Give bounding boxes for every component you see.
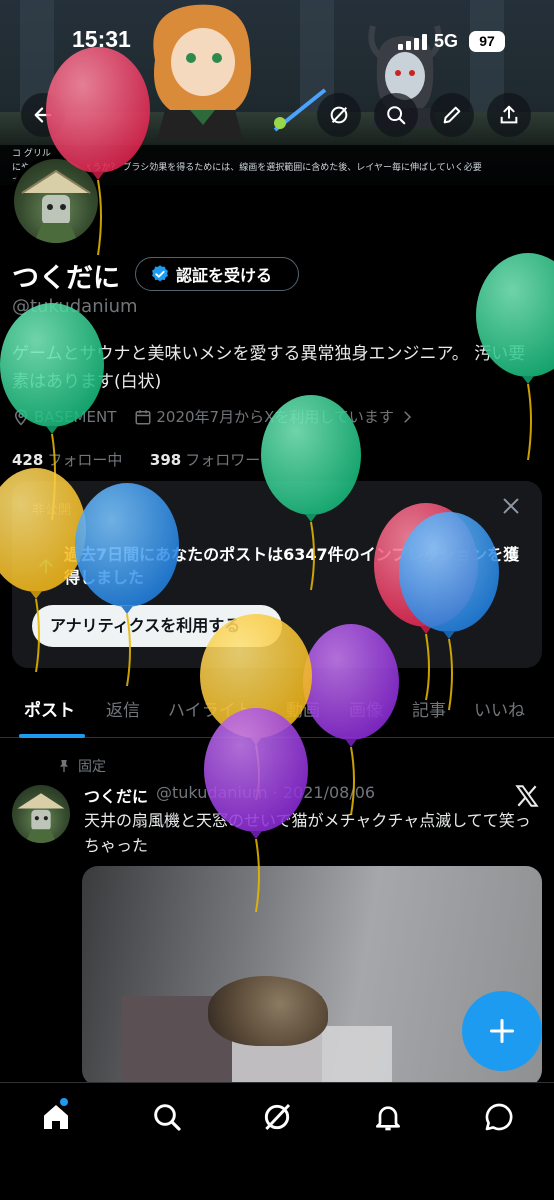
tab-posts[interactable]: ポスト [24,696,75,721]
bottom-navigation [0,1082,554,1200]
clock: 15:31 [72,26,131,52]
back-button[interactable] [21,93,65,137]
nav-messages[interactable] [483,1101,515,1133]
nav-notifications[interactable] [372,1101,404,1133]
post-handle-date: @tukudanium · 2021/08/06 [156,783,376,802]
x-logo-icon [515,785,539,807]
post-text: 天井の扇風機と天窓のせいで猫がメチャクチャ点滅してて笑っちゃった [84,811,531,855]
post-avatar[interactable] [12,785,70,843]
post-avatar-illustration [17,793,65,843]
signal-icon [398,34,428,50]
avatar-illustration [21,169,91,243]
search-nav-icon [154,1104,181,1131]
analytics-button[interactable]: アナリティクスを利用する [32,605,282,647]
active-tab-indicator [19,734,85,738]
pinned-indicator: 固定 [56,756,106,776]
back-arrow-icon [34,107,52,123]
profile-handle: @tukudanium [12,296,138,317]
impressions-text: 過去7日間にあなたのポストは6347件のインプレッションを獲得しました [64,545,520,587]
profile-tabs: ポスト 返信 ハイライト 動画 画像 記事 いいね [0,690,554,738]
search-icon [387,106,406,125]
post-author[interactable]: つくだに [84,783,148,807]
pin-icon [60,760,68,772]
search-button[interactable] [374,93,418,137]
chevron-right-icon[interactable] [398,408,416,426]
edit-button[interactable] [430,93,474,137]
home-notification-dot [60,1098,68,1106]
tab-replies[interactable]: 返信 [106,696,140,721]
home-icon [44,1105,68,1129]
battery-indicator: 97 [469,31,505,52]
grok-nav-icon [264,1103,291,1131]
profile-meta: BASEMENT 2020年7月からXを利用しています [12,406,420,427]
following-link[interactable]: 428 フォロー中 [12,451,122,469]
plus-icon [489,1018,515,1044]
analytics-card: 非公開 過去7日間にあなたのポストは6347件のインプレッションを獲得しました … [12,481,542,668]
profile-joined: 2020年7月からXを利用しています [156,408,394,426]
grok-button[interactable] [317,93,361,137]
tab-videos[interactable]: 動画 [286,696,320,721]
nav-search[interactable] [151,1101,183,1133]
card-private-label: 非公開 [32,503,72,518]
share-icon [500,105,518,124]
get-verified-button[interactable]: 認証を受ける [135,257,299,291]
network-type: 5G [434,31,459,51]
tab-highlights[interactable]: ハイライト [168,696,253,721]
edit-icon [443,106,461,124]
profile-bio: ゲームとサウナと美味いメシを愛する異常独身エンジニア。 汚い要素はあります(白状… [12,344,526,392]
share-button[interactable] [487,93,531,137]
location-icon [14,409,28,426]
calendar-icon [135,409,151,424]
bell-icon [376,1106,400,1131]
status-bar: 15:31 5G 97 [0,0,554,84]
pinned-label: 固定 [78,759,106,775]
verified-check-icon [152,265,168,282]
messages-icon [485,1103,513,1131]
following-count: 428 [12,451,44,469]
profile-name: つくだに [12,263,120,294]
close-icon[interactable] [500,495,522,517]
nav-home[interactable] [40,1101,72,1133]
get-verified-label: 認証を受ける [176,266,273,285]
tab-likes[interactable]: いいね [474,696,525,721]
arrow-up-icon [39,559,53,574]
nav-grok[interactable] [261,1101,293,1133]
followers-link[interactable]: 398 フォロワー [150,451,260,469]
profile-location: BASEMENT [34,407,117,426]
followers-label: フォロワー [185,451,261,469]
media-cat [208,976,328,1046]
tab-articles[interactable]: 記事 [412,696,446,721]
followers-count: 398 [149,451,182,469]
grok-icon [330,106,348,124]
profile-avatar[interactable] [10,155,102,247]
following-label: フォロー中 [47,451,123,469]
tab-images[interactable]: 画像 [349,696,383,721]
follow-stats: 428 フォロー中 398 フォロワー [12,449,260,470]
compose-button[interactable] [462,991,542,1071]
post-header: つくだに @tukudanium · 2021/08/06 [84,783,375,807]
